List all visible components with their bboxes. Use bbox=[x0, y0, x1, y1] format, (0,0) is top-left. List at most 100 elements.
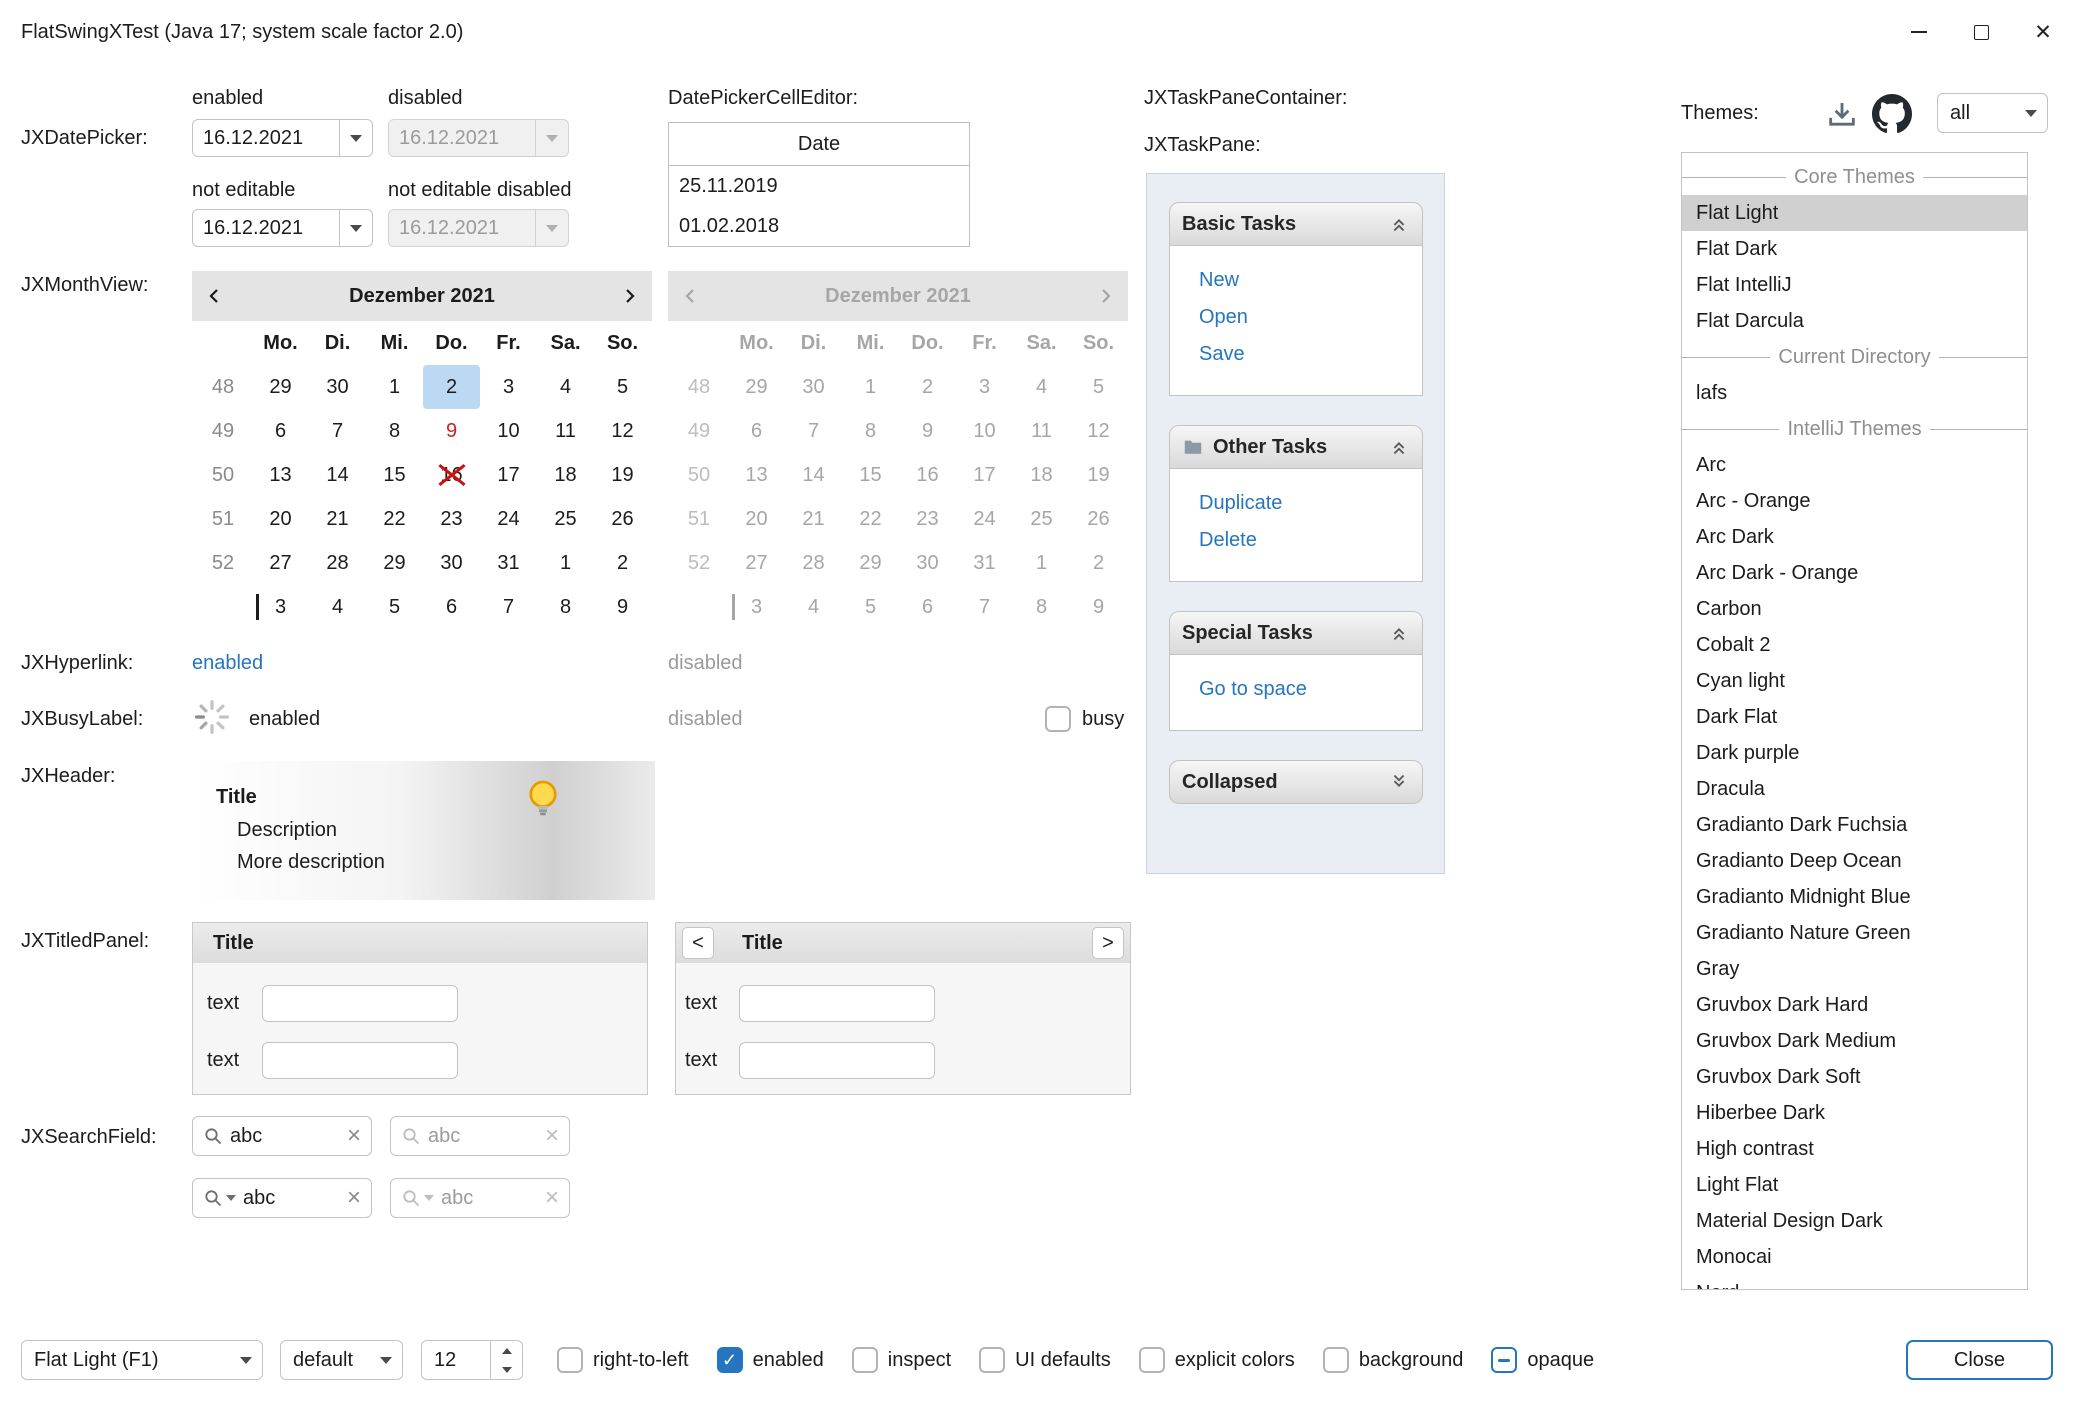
theme-item[interactable]: Gruvbox Dark Hard bbox=[1682, 987, 2027, 1023]
checkbox-explicit-colors[interactable]: explicit colors bbox=[1139, 1347, 1295, 1373]
datepicker-enabled[interactable]: 16.12.2021 bbox=[192, 119, 373, 157]
datepicker-dropdown-button[interactable] bbox=[339, 210, 372, 246]
calendar-day[interactable]: 20 bbox=[252, 497, 309, 541]
calendar-day[interactable]: 3 bbox=[252, 585, 309, 629]
theme-item[interactable]: Dark Flat bbox=[1682, 699, 2027, 735]
checkbox-box[interactable] bbox=[979, 1347, 1005, 1373]
text-input[interactable] bbox=[739, 1042, 935, 1079]
calendar-day[interactable]: 24 bbox=[480, 497, 537, 541]
calendar-day[interactable]: 6 bbox=[252, 409, 309, 453]
expand-chevron-icon[interactable] bbox=[1388, 771, 1410, 793]
taskpane-action-link[interactable]: Go to space bbox=[1199, 671, 1422, 708]
calendar-day[interactable]: 4 bbox=[309, 585, 366, 629]
taskpane-action-link[interactable]: Delete bbox=[1199, 522, 1422, 559]
window-maximize-button[interactable] bbox=[1950, 0, 2012, 64]
checkbox-box[interactable] bbox=[1045, 706, 1071, 732]
datepicker-dropdown-button[interactable] bbox=[339, 120, 372, 156]
spinner-up-button[interactable] bbox=[491, 1341, 522, 1360]
theme-item[interactable]: Hiberbee Dark bbox=[1682, 1095, 2027, 1131]
calendar-day[interactable]: 30 bbox=[423, 541, 480, 585]
taskpane-action-link[interactable]: Open bbox=[1199, 299, 1422, 336]
calendar-day[interactable]: 11 bbox=[537, 409, 594, 453]
checkbox-inspect[interactable]: inspect bbox=[852, 1347, 951, 1373]
calendar-day[interactable]: 15 bbox=[366, 453, 423, 497]
panel-next-button[interactable]: > bbox=[1092, 927, 1124, 959]
celleditor-table[interactable]: Date 25.11.201901.02.2018 bbox=[668, 122, 970, 247]
checkbox-box[interactable] bbox=[557, 1347, 583, 1373]
taskpane-action-link[interactable]: New bbox=[1199, 262, 1422, 299]
theme-item[interactable]: Gradianto Midnight Blue bbox=[1682, 879, 2027, 915]
calendar-day[interactable]: 26 bbox=[594, 497, 651, 541]
collapse-chevron-icon[interactable] bbox=[1388, 213, 1410, 235]
calendar-day[interactable]: 18 bbox=[537, 453, 594, 497]
theme-item[interactable]: Flat IntelliJ bbox=[1682, 267, 2027, 303]
theme-item[interactable]: Monocai bbox=[1682, 1239, 2027, 1275]
calendar-day[interactable]: 9 bbox=[594, 585, 651, 629]
laf-combo[interactable]: Flat Light (F1) bbox=[21, 1340, 263, 1380]
themes-list[interactable]: Core ThemesFlat LightFlat DarkFlat Intel… bbox=[1681, 152, 2028, 1290]
next-month-button[interactable] bbox=[606, 271, 652, 321]
checkbox-background[interactable]: background bbox=[1323, 1347, 1464, 1373]
taskpane-header[interactable]: Basic Tasks bbox=[1169, 202, 1423, 246]
calendar-day[interactable]: 29 bbox=[252, 365, 309, 409]
datepicker-not-editable[interactable]: 16.12.2021 bbox=[192, 209, 373, 247]
theme-item[interactable]: Gradianto Deep Ocean bbox=[1682, 843, 2027, 879]
datepicker-value[interactable]: 16.12.2021 bbox=[193, 127, 339, 150]
theme-item[interactable]: Flat Darcula bbox=[1682, 303, 2027, 339]
theme-item[interactable]: Dark purple bbox=[1682, 735, 2027, 771]
taskpane-header[interactable]: Special Tasks bbox=[1169, 611, 1423, 655]
theme-item[interactable]: Arc - Orange bbox=[1682, 483, 2027, 519]
clear-icon[interactable]: × bbox=[347, 1186, 361, 1210]
theme-item[interactable]: Gruvbox Dark Soft bbox=[1682, 1059, 2027, 1095]
font-size-value[interactable]: 12 bbox=[422, 1349, 490, 1372]
calendar-day[interactable]: 4 bbox=[537, 365, 594, 409]
taskpane-header[interactable]: Collapsed bbox=[1169, 760, 1423, 804]
calendar-day[interactable]: 16 bbox=[423, 453, 480, 497]
search-value[interactable]: abc bbox=[243, 1187, 340, 1210]
theme-item[interactable]: Carbon bbox=[1682, 591, 2027, 627]
calendar-day[interactable]: 2 bbox=[594, 541, 651, 585]
calendar-day[interactable]: 2 bbox=[423, 365, 480, 409]
calendar-day[interactable]: 7 bbox=[309, 409, 366, 453]
taskpane-action-link[interactable]: Duplicate bbox=[1199, 485, 1422, 522]
calendar-day[interactable]: 9 bbox=[423, 409, 480, 453]
prev-month-button[interactable] bbox=[192, 271, 238, 321]
busy-checkbox[interactable] bbox=[1045, 706, 1071, 732]
theme-item[interactable]: Nord bbox=[1682, 1275, 2027, 1290]
checkbox-box[interactable] bbox=[1323, 1347, 1349, 1373]
theme-item[interactable]: Dracula bbox=[1682, 771, 2027, 807]
calendar-day[interactable]: 3 bbox=[480, 365, 537, 409]
window-close-button[interactable]: ✕ bbox=[2012, 0, 2074, 64]
theme-item[interactable]: Cobalt 2 bbox=[1682, 627, 2027, 663]
theme-item[interactable]: Gradianto Dark Fuchsia bbox=[1682, 807, 2027, 843]
table-column-header[interactable]: Date bbox=[669, 123, 969, 166]
theme-item[interactable]: Arc Dark bbox=[1682, 519, 2027, 555]
themes-filter-combo[interactable]: all bbox=[1937, 93, 2048, 133]
search-field-with-menu-enabled[interactable]: abc × bbox=[192, 1178, 372, 1218]
theme-item[interactable]: Light Flat bbox=[1682, 1167, 2027, 1203]
calendar-day[interactable]: 25 bbox=[537, 497, 594, 541]
calendar-day[interactable]: 29 bbox=[366, 541, 423, 585]
calendar-day[interactable]: 5 bbox=[594, 365, 651, 409]
calendar-day[interactable]: 8 bbox=[537, 585, 594, 629]
checkbox-box[interactable] bbox=[1491, 1347, 1517, 1373]
checkbox-enabled[interactable]: ✓enabled bbox=[717, 1347, 824, 1373]
checkbox-box[interactable]: ✓ bbox=[717, 1347, 743, 1373]
theme-item[interactable]: lafs bbox=[1682, 375, 2027, 411]
calendar-day[interactable]: 21 bbox=[309, 497, 366, 541]
text-input[interactable] bbox=[262, 1042, 458, 1079]
calendar-day[interactable]: 1 bbox=[537, 541, 594, 585]
table-row[interactable]: 25.11.2019 bbox=[669, 166, 969, 206]
panel-prev-button[interactable]: < bbox=[682, 927, 714, 959]
calendar-day[interactable]: 6 bbox=[423, 585, 480, 629]
text-input[interactable] bbox=[739, 985, 935, 1022]
calendar-day[interactable]: 23 bbox=[423, 497, 480, 541]
calendar-day[interactable]: 7 bbox=[480, 585, 537, 629]
clear-icon[interactable]: × bbox=[347, 1124, 361, 1148]
hyperlink-enabled[interactable]: enabled bbox=[192, 652, 263, 675]
table-row[interactable]: 01.02.2018 bbox=[669, 206, 969, 246]
search-field-enabled[interactable]: abc × bbox=[192, 1116, 372, 1156]
calendar-day[interactable]: 5 bbox=[366, 585, 423, 629]
calendar-day[interactable]: 10 bbox=[480, 409, 537, 453]
calendar-day[interactable]: 31 bbox=[480, 541, 537, 585]
